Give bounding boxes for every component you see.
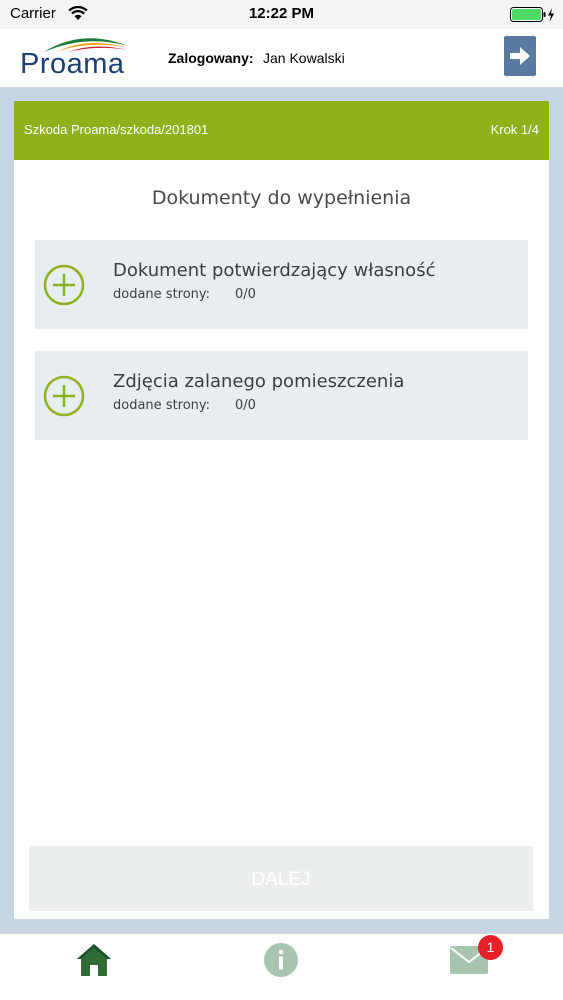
document-title: Zdjęcia zalanego pomieszczenia xyxy=(113,371,405,392)
add-circle-icon[interactable] xyxy=(43,264,85,306)
content-frame: Szkoda Proama/szkoda/201801 Krok 1/4 Dok… xyxy=(0,87,563,933)
claim-header-bar: Szkoda Proama/szkoda/201801 Krok 1/4 xyxy=(14,101,549,160)
logged-in-user: Jan Kowalski xyxy=(263,50,345,66)
document-item[interactable]: Dokument potwierdzający własność dodane … xyxy=(35,240,528,329)
status-bar: Carrier 12:22 PM xyxy=(0,0,563,29)
document-pages-label: dodane strony: xyxy=(113,287,211,302)
mail-badge: 1 xyxy=(478,935,503,960)
add-circle-icon[interactable] xyxy=(43,375,85,417)
step-indicator: Krok 1/4 xyxy=(490,122,539,137)
logout-arrow-icon xyxy=(510,47,530,65)
battery-icon xyxy=(510,7,554,22)
next-button[interactable]: DALEJ xyxy=(29,846,533,911)
home-icon[interactable] xyxy=(76,943,112,977)
proama-logo: Proama xyxy=(20,32,152,86)
document-pages-value: 0/0 xyxy=(235,398,256,413)
claim-path: Szkoda Proama/szkoda/201801 xyxy=(24,122,209,137)
content-card: Szkoda Proama/szkoda/201801 Krok 1/4 Dok… xyxy=(14,101,549,919)
document-pages-label: dodane strony: xyxy=(113,398,211,413)
document-item[interactable]: Zdjęcia zalanego pomieszczenia dodane st… xyxy=(35,351,528,440)
logged-in-label: Zalogowany: xyxy=(168,50,254,66)
logo-text: Proama xyxy=(20,48,125,80)
status-time: 12:22 PM xyxy=(248,5,315,22)
logout-button[interactable] xyxy=(504,36,536,76)
section-title: Dokumenty do wypełnienia xyxy=(151,187,412,209)
document-pages-value: 0/0 xyxy=(235,287,256,302)
document-title: Dokument potwierdzający własność xyxy=(113,260,436,281)
info-icon[interactable] xyxy=(263,942,299,978)
app-header: Proama Zalogowany: Jan Kowalski xyxy=(0,29,563,87)
tab-bar: 1 xyxy=(0,933,563,1000)
